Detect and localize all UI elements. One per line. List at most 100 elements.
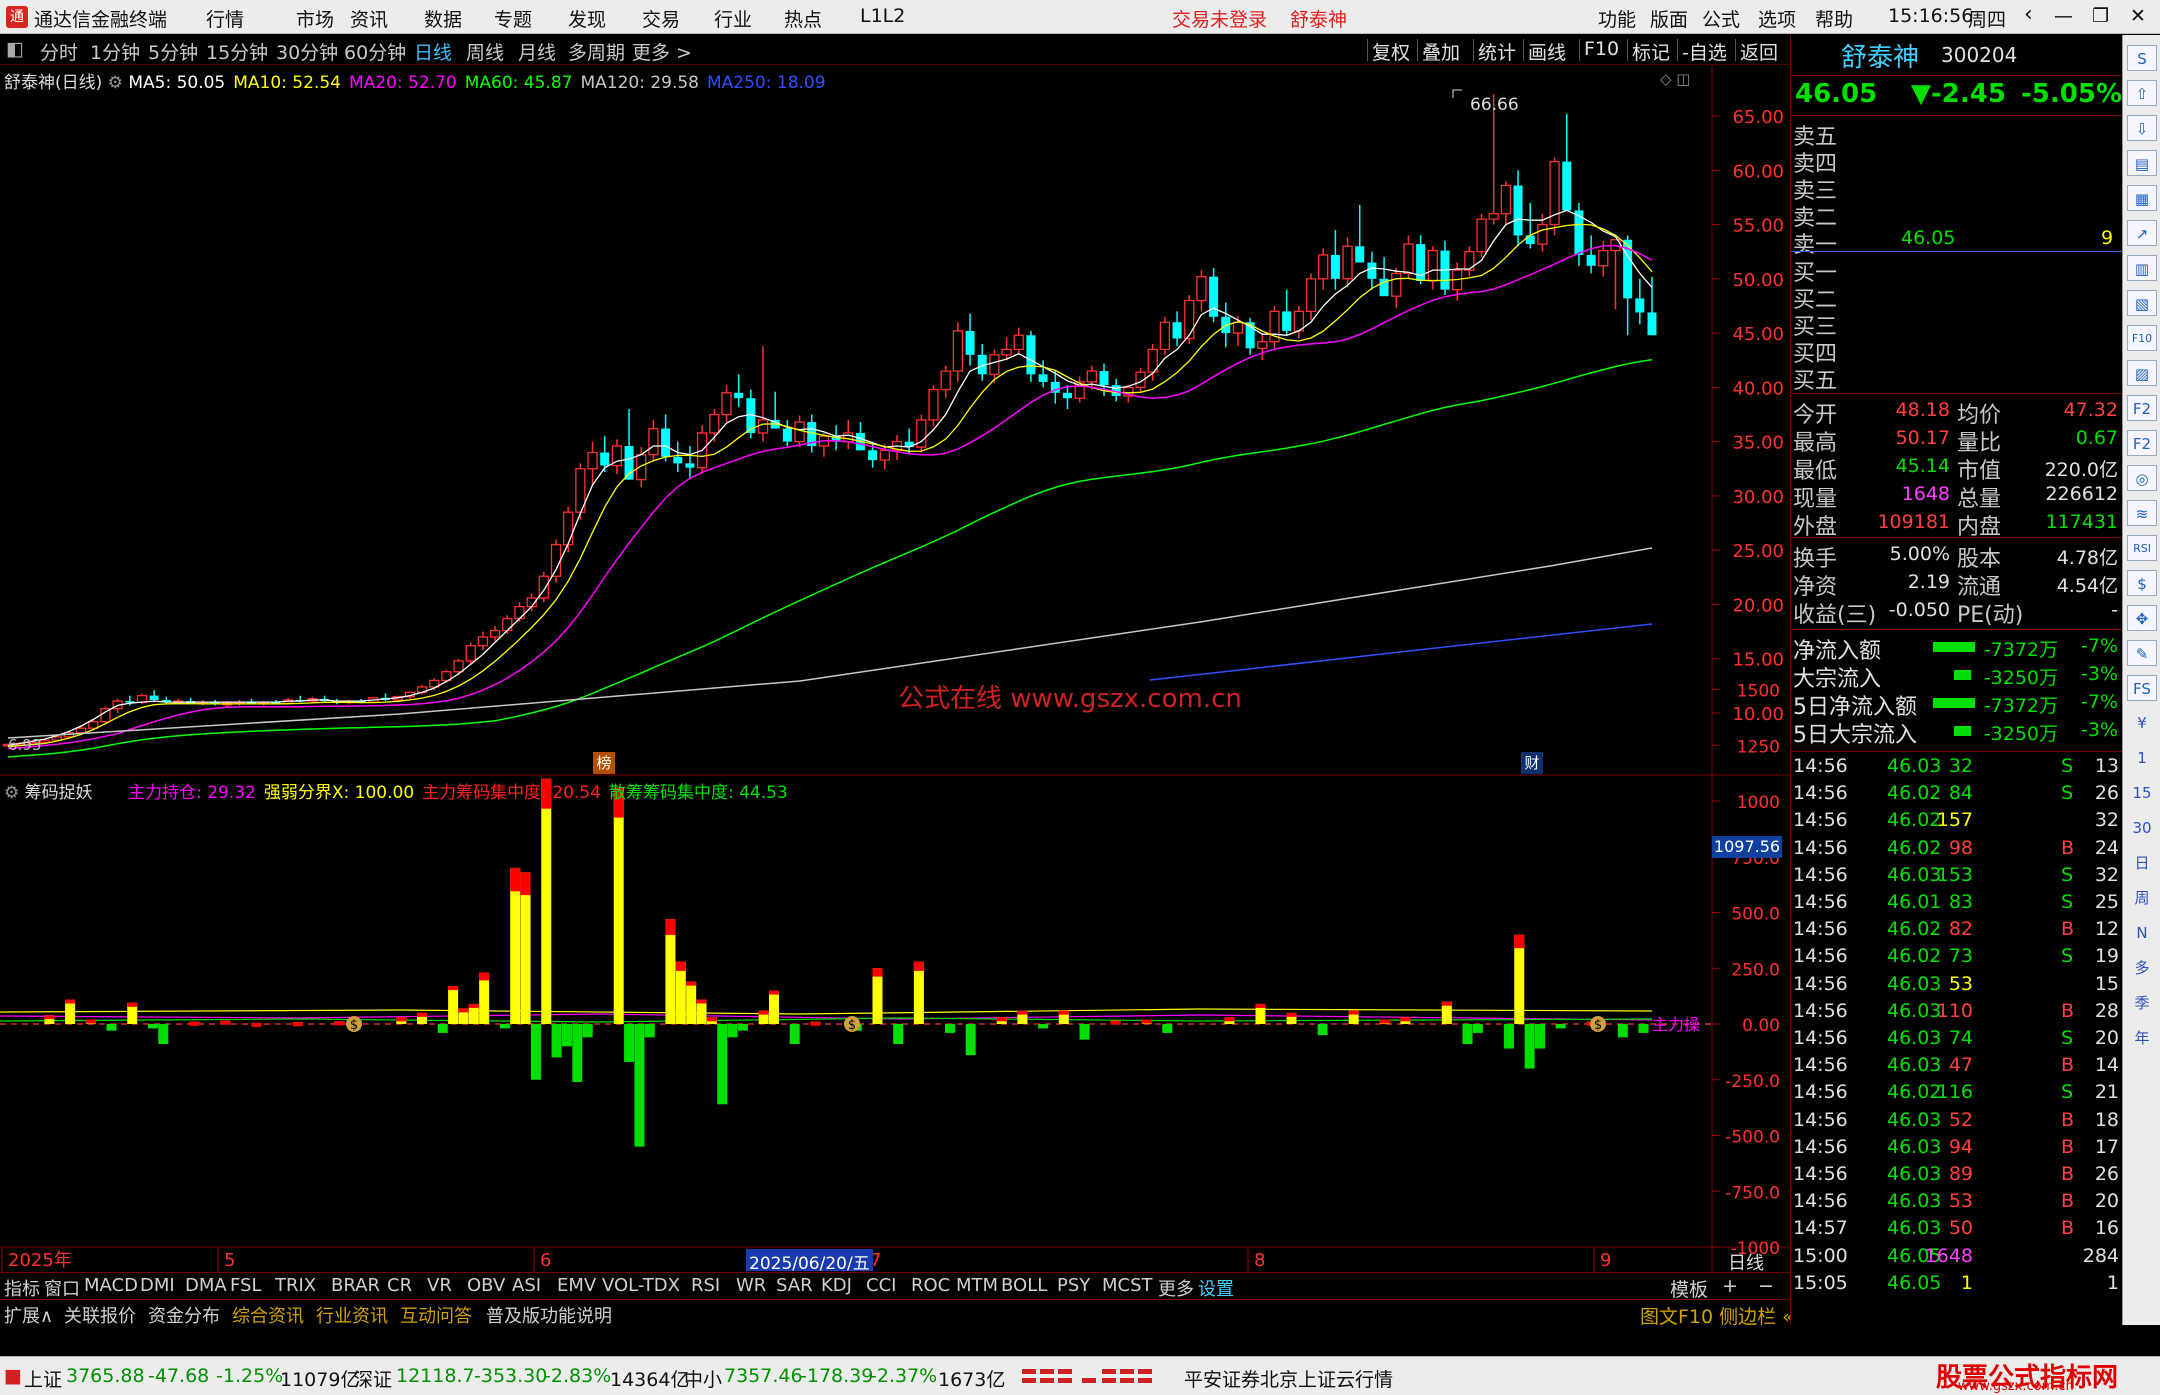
candle-body[interactable] <box>1257 341 1268 349</box>
side-tool-icon[interactable]: ▨ <box>2127 360 2157 386</box>
candlestick-series[interactable] <box>2 94 1657 747</box>
broker-name[interactable]: 平安证券北京上证云行情 <box>1184 1365 1393 1392</box>
diamond-icon[interactable]: ◇ ◫ <box>1660 70 1690 88</box>
candle-body[interactable] <box>661 428 671 457</box>
candle-body[interactable] <box>1001 348 1012 356</box>
candle-body[interactable] <box>1342 245 1353 280</box>
candle-body[interactable] <box>1488 213 1499 220</box>
period-tab-1[interactable]: 1分钟 <box>90 38 140 65</box>
candle-body[interactable] <box>149 695 159 700</box>
indicator-tab-14[interactable]: RSI <box>691 1275 720 1296</box>
side-tool-icon[interactable]: 年 <box>2127 1025 2157 1051</box>
candle-body[interactable] <box>1598 249 1609 267</box>
indicator-tab-7[interactable]: BRAR <box>331 1275 380 1296</box>
chart-tool-6[interactable]: -自选 <box>1682 38 1727 65</box>
candle-body[interactable] <box>1209 276 1219 317</box>
candle-body[interactable] <box>502 617 513 632</box>
candle-body[interactable] <box>563 511 574 546</box>
candle-body[interactable] <box>1355 246 1365 263</box>
side-tool-icon[interactable]: 1 <box>2127 745 2157 771</box>
indicator-tab-1[interactable]: 窗口 <box>44 1275 80 1301</box>
indicator-tab-12[interactable]: EMV <box>557 1275 596 1296</box>
indicator-tab-4[interactable]: DMA <box>185 1275 227 1296</box>
candle-body[interactable] <box>624 445 634 480</box>
info-tab-5[interactable]: 互动问答 <box>400 1302 472 1328</box>
menu-item-9[interactable]: L1L2 <box>860 5 905 27</box>
period-tab-3[interactable]: 15分钟 <box>206 38 268 65</box>
chart-tool-2[interactable]: 统计 <box>1478 38 1516 65</box>
candle-body[interactable] <box>1318 254 1329 280</box>
indicator-tab-25[interactable]: 设置 <box>1198 1275 1234 1301</box>
candle-body[interactable] <box>709 413 720 434</box>
sidebar-toggle-button[interactable]: 图文F10 侧边栏 « <box>1640 1302 1794 1329</box>
candle-body[interactable] <box>1282 311 1292 331</box>
chart-area[interactable]: 65.0060.0055.0050.0045.0040.0035.0030.00… <box>0 66 1790 1272</box>
indicator-tab-6[interactable]: TRIX <box>275 1275 316 1296</box>
chart-tool-4[interactable]: F10 <box>1584 38 1619 60</box>
candle-body[interactable] <box>600 452 610 466</box>
menu-item-1[interactable]: 市场 <box>296 5 334 32</box>
side-tool-icon[interactable]: ▥ <box>2127 255 2157 281</box>
settings-gear-icon[interactable]: ⚙ <box>108 73 129 93</box>
candle-body[interactable] <box>757 419 769 434</box>
info-tab-0[interactable]: 扩展∧ <box>4 1302 53 1328</box>
candle-body[interactable] <box>75 727 87 734</box>
menu-item-8[interactable]: 热点 <box>784 5 822 32</box>
candle-body[interactable] <box>1647 312 1657 336</box>
candle-body[interactable] <box>636 454 647 481</box>
candle-body[interactable] <box>1013 334 1024 351</box>
candle-body[interactable] <box>782 428 792 442</box>
side-tool-icon[interactable]: ▦ <box>2127 185 2157 211</box>
info-tab-6[interactable]: 普及版功能说明 <box>486 1302 612 1328</box>
candle-body[interactable] <box>453 660 464 673</box>
login-status[interactable]: 交易未登录 <box>1172 5 1267 32</box>
candle-body[interactable] <box>648 427 659 456</box>
indicator-tab-3[interactable]: DMI <box>140 1275 175 1296</box>
candle-body[interactable] <box>673 456 683 464</box>
indicator-tab-8[interactable]: CR <box>387 1275 412 1296</box>
candle-body[interactable] <box>1635 298 1645 313</box>
close-icon[interactable]: ✕ <box>2130 5 2146 27</box>
candle-body[interactable] <box>1184 299 1195 340</box>
info-tab-2[interactable]: 资金分布 <box>148 1302 220 1328</box>
side-tool-icon[interactable]: RSI <box>2127 535 2157 561</box>
candle-body[interactable] <box>587 451 598 470</box>
candle-body[interactable] <box>88 721 99 729</box>
side-tool-icon[interactable]: ⇩ <box>2127 115 2157 141</box>
side-tool-icon[interactable]: ↗ <box>2127 220 2157 246</box>
side-tool-icon[interactable]: ▧ <box>2127 290 2157 316</box>
candle-body[interactable] <box>1026 335 1036 375</box>
indicator-tab-11[interactable]: ASI <box>512 1275 541 1296</box>
candle-body[interactable] <box>721 392 732 416</box>
side-tool-icon[interactable]: ⇧ <box>2127 80 2157 106</box>
candle-body[interactable] <box>51 736 62 741</box>
period-tab-0[interactable]: 分时 <box>40 38 78 65</box>
side-tool-icon[interactable]: F2 <box>2127 395 2157 421</box>
candle-body[interactable] <box>1562 161 1572 211</box>
chart-tool-1[interactable]: 叠加 <box>1422 38 1460 65</box>
period-tab-4[interactable]: 30分钟 <box>276 38 338 65</box>
period-tab-2[interactable]: 5分钟 <box>148 38 198 65</box>
sh-name[interactable]: 上证 <box>24 1365 62 1392</box>
candle-body[interactable] <box>879 449 890 461</box>
restore-icon[interactable]: ❐ <box>2092 5 2109 27</box>
candle-body[interactable] <box>1367 262 1377 279</box>
side-tool-icon[interactable]: 周 <box>2127 885 2157 911</box>
right-menu-item-0[interactable]: 功能 <box>1598 5 1636 32</box>
side-tool-icon[interactable]: $ <box>2127 570 2157 596</box>
period-tab-10[interactable]: 更多 > <box>632 38 692 65</box>
side-tool-icon[interactable]: ✥ <box>2127 605 2157 631</box>
indicator-tab-9[interactable]: VR <box>427 1275 452 1296</box>
indicator-tab-20[interactable]: MTM <box>956 1275 998 1296</box>
side-tool-icon[interactable]: 30 <box>2127 815 2157 841</box>
candle-body[interactable] <box>1537 223 1548 245</box>
period-tab-7[interactable]: 周线 <box>466 38 504 65</box>
side-tool-icon[interactable]: F10 <box>2127 325 2157 351</box>
side-tool-icon[interactable]: ▤ <box>2127 150 2157 176</box>
candle-body[interactable] <box>1038 374 1048 382</box>
chart-tool-0[interactable]: 复权 <box>1372 38 1410 65</box>
finance-badge[interactable]: 财 <box>1521 752 1543 774</box>
candle-body[interactable] <box>989 354 1000 375</box>
indicator-tab-10[interactable]: OBV <box>467 1275 505 1296</box>
candle-body[interactable] <box>1476 218 1487 253</box>
